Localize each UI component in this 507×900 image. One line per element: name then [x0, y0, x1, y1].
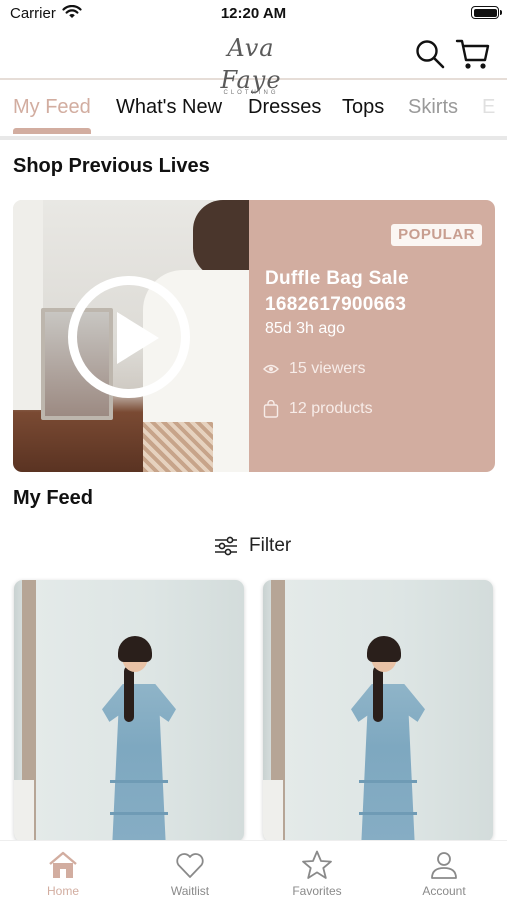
tab-tops[interactable]: Tops	[342, 96, 384, 119]
search-icon	[416, 40, 445, 69]
product-card[interactable]	[263, 580, 493, 842]
status-time: 12:20 AM	[220, 5, 287, 22]
products-row: 12 products	[263, 398, 373, 420]
tabs-divider	[0, 136, 507, 140]
heart-icon	[176, 853, 204, 878]
nav-account-label: Account	[422, 884, 466, 898]
nav-waitlist-label: Waitlist	[170, 884, 210, 898]
search-button[interactable]	[414, 38, 446, 70]
viewers-count: 15 viewers	[289, 360, 366, 377]
previous-lives-title: Shop Previous Lives	[13, 155, 210, 177]
tab-skirts[interactable]: Skirts	[408, 96, 458, 119]
tab-whats-new[interactable]: What's New	[116, 96, 222, 119]
live-title: Duffle Bag Sale 1682617900663	[265, 268, 409, 315]
bottom-navigation: Home Waitlist Favorites Account	[0, 840, 507, 900]
sliders-icon	[215, 536, 237, 556]
nav-favorites-label: Favorites	[292, 884, 342, 898]
popular-badge: POPULAR	[391, 224, 482, 246]
nav-account[interactable]: Account	[381, 841, 507, 900]
shopping-bag-icon	[263, 400, 279, 418]
home-icon	[49, 851, 77, 878]
nav-waitlist[interactable]: Waitlist	[127, 841, 253, 900]
brand-logo[interactable]: Ava Faye CLOTHING	[196, 32, 306, 96]
filter-button[interactable]: Filter	[214, 533, 291, 559]
eye-icon	[263, 364, 279, 374]
live-info-panel: POPULAR Duffle Bag Sale 1682617900663 85…	[249, 200, 495, 472]
tab-my-feed[interactable]: My Feed	[13, 96, 91, 119]
account-icon	[431, 852, 457, 879]
tab-dresses[interactable]: Dresses	[248, 96, 321, 119]
category-tabs: My Feed What's New Dresses Tops Skirts E	[0, 82, 507, 136]
nav-favorites[interactable]: Favorites	[254, 841, 380, 900]
app-header: Ava Faye CLOTHING	[0, 28, 507, 96]
products-count: 12 products	[289, 400, 373, 417]
product-card[interactable]	[14, 580, 244, 842]
previous-live-card[interactable]: POPULAR Duffle Bag Sale 1682617900663 85…	[13, 200, 495, 472]
my-feed-title: My Feed	[13, 487, 94, 509]
nav-home[interactable]: Home	[0, 841, 126, 900]
cart-button[interactable]	[455, 36, 491, 72]
battery-icon	[471, 6, 502, 19]
tab-partial[interactable]: E	[482, 96, 495, 119]
cart-icon	[455, 39, 490, 69]
live-video-thumbnail[interactable]	[13, 200, 249, 472]
play-triangle	[117, 312, 159, 364]
filter-label: Filter	[249, 535, 292, 556]
status-bar: Carrier 12:20 AM	[0, 0, 507, 28]
live-time-ago: 85d 3h ago	[265, 320, 346, 337]
viewers-row: 15 viewers	[263, 358, 365, 380]
star-icon	[302, 850, 332, 879]
active-tab-indicator	[13, 128, 91, 134]
nav-home-label: Home	[46, 884, 79, 898]
